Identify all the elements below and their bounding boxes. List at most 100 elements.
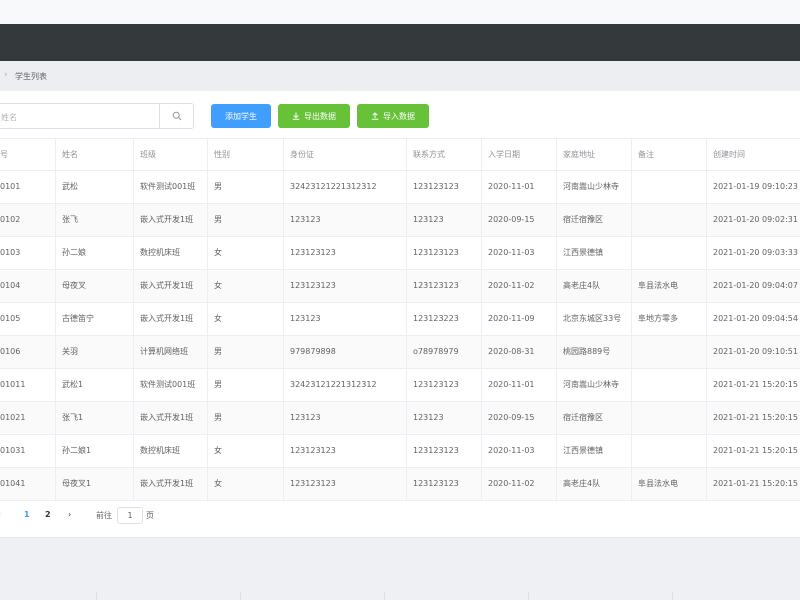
add-student-button[interactable]: 添加学生 (211, 104, 271, 128)
cell-name: 孙二娘 (56, 237, 134, 270)
download-icon (292, 112, 300, 120)
cell-created-at: 2021-01-20 09:04:07 (707, 270, 800, 303)
cell-class: 嵌入式开发1班 (134, 270, 208, 303)
cell-created-at: 2021-01-19 09:10:23 (707, 171, 800, 204)
cell-enroll-date: 2020-08-31 (482, 336, 557, 369)
cell-enroll-date: 2020-11-01 (482, 171, 557, 204)
cell-id-card: 123123 (284, 303, 407, 336)
goto-page-input[interactable]: 1 (117, 507, 143, 524)
search-box[interactable]: 姓名 (0, 103, 194, 129)
cell-address: 北京东城区33号 (557, 303, 632, 336)
table-row[interactable]: 0105 古德笛宁 嵌入式开发1班女 123123 123123223 2020-11-0… (0, 303, 800, 336)
cell-address: 宿迁宿豫区 (557, 402, 632, 435)
column-header-id-card: 身份证 (284, 139, 407, 172)
cell-address: 高老庄4队 (557, 270, 632, 303)
cell-id: 0104 (0, 270, 56, 303)
breadcrumb (0, 61, 800, 91)
cell-id-card: 123123123 (284, 270, 407, 303)
cell-contact: o78978979 (407, 336, 482, 369)
cell-address: 桃园路889号 (557, 336, 632, 369)
table-row[interactable]: 0104 母夜叉 嵌入式开发1班女 123123123 123123123 2020-11… (0, 270, 800, 303)
cell-id: 01021 (0, 402, 56, 435)
cell-enroll-date: 2020-09-15 (482, 402, 557, 435)
footer-divider (528, 592, 529, 600)
search-input[interactable]: 姓名 (1, 112, 17, 123)
cell-id: 0106 (0, 336, 56, 369)
cell-address: 高老庄4队 (557, 468, 632, 501)
table-row[interactable]: 01011 武松1 软件测试001班男 32423121221312312 123123… (0, 369, 800, 402)
cell-remark (632, 171, 707, 204)
page-1-button[interactable]: 1 (24, 510, 30, 519)
cell-class: 嵌入式开发1班 (134, 303, 208, 336)
cell-created-at: 2021-01-21 15:20:15 (707, 402, 800, 435)
cell-enroll-date: 2020-11-09 (482, 303, 557, 336)
cell-address: 宿迁宿豫区 (557, 204, 632, 237)
cell-name: 武松 (56, 171, 134, 204)
cell-created-at: 2021-01-21 15:20:15 (707, 468, 800, 501)
table-header-row: 号姓名 班级 性别 身份证 联系方式 入学日期 家庭地址 备注 创建时间 (0, 138, 800, 172)
table-row[interactable]: 01041 母夜叉1 嵌入式开发1班女 123123123 123123123 2020-… (0, 468, 800, 501)
next-page-button[interactable]: › (68, 510, 71, 519)
column-header-class: 班级 (134, 139, 208, 172)
cell-gender: 男 (208, 369, 284, 402)
cell-address: 江西景德镇 (557, 237, 632, 270)
cell-created-at: 2021-01-21 15:20:15 (707, 369, 800, 402)
cell-gender: 女 (208, 468, 284, 501)
cell-id: 0102 (0, 204, 56, 237)
table-row[interactable]: 0101 武松 软件测试001班男 32423121221312312 12312312… (0, 171, 800, 204)
cell-enroll-date: 2020-11-03 (482, 237, 557, 270)
goto-label: 前往 (96, 511, 112, 520)
cell-name: 母夜叉 (56, 270, 134, 303)
cell-remark: 阜地方零多 (632, 303, 707, 336)
table-row[interactable]: 01031 孙二娘1 数控机床班女 123123123 123123123 2020-11… (0, 435, 800, 468)
table-row[interactable]: 01021 张飞1 嵌入式开发1班男 123123 123123 2020-09-15 宿迁… (0, 402, 800, 435)
import-data-button[interactable]: 导入数据 (357, 104, 429, 128)
column-header-created-at: 创建时间 (707, 139, 800, 172)
column-header-contact: 联系方式 (407, 139, 482, 172)
cell-remark: 阜县法水电 (632, 468, 707, 501)
cell-gender: 男 (208, 171, 284, 204)
cell-contact: 123123123 (407, 435, 482, 468)
cell-enroll-date: 2020-11-03 (482, 435, 557, 468)
app-header (0, 24, 800, 61)
cell-contact: 123123123 (407, 369, 482, 402)
search-button[interactable] (159, 104, 193, 128)
table-row[interactable]: 0103 孙二娘 数控机床班女 123123123 123123123 2020-11-0… (0, 237, 800, 270)
cell-contact: 123123123 (407, 468, 482, 501)
window-top-strip (0, 0, 800, 24)
footer-divider (384, 592, 385, 600)
cell-id: 01031 (0, 435, 56, 468)
prev-page-button[interactable]: ‹ (0, 510, 1, 519)
cell-class: 数控机床班 (134, 237, 208, 270)
cell-class: 软件测试001班 (134, 369, 208, 402)
cell-id-card: 32423121221312312 (284, 171, 407, 204)
cell-id-card: 123123123 (284, 237, 407, 270)
export-data-button[interactable]: 导出数据 (278, 104, 350, 128)
cell-id: 0103 (0, 237, 56, 270)
cell-gender: 女 (208, 270, 284, 303)
footer-divider (96, 592, 97, 600)
cell-id: 0101 (0, 171, 56, 204)
table-row[interactable]: 0106 关羽 计算机网络班男 979879898 o78978979 2020-08-3… (0, 336, 800, 369)
footer-divider (240, 592, 241, 600)
cell-created-at: 2021-01-20 09:03:33 (707, 237, 800, 270)
cell-contact: 123123123 (407, 171, 482, 204)
import-data-label: 导入数据 (383, 111, 415, 121)
cell-enroll-date: 2020-09-15 (482, 204, 557, 237)
cell-gender: 女 (208, 237, 284, 270)
cell-contact: 123123123 (407, 237, 482, 270)
cell-contact: 123123 (407, 204, 482, 237)
cell-remark (632, 369, 707, 402)
cell-enroll-date: 2020-11-01 (482, 369, 557, 402)
table-row[interactable]: 0102 张飞 嵌入式开发1班男 123123 123123 2020-09-15 宿迁宿豫… (0, 204, 800, 237)
cell-gender: 男 (208, 402, 284, 435)
cell-id-card: 123123123 (284, 435, 407, 468)
cell-name: 张飞1 (56, 402, 134, 435)
cell-created-at: 2021-01-20 09:02:31 (707, 204, 800, 237)
breadcrumb-current: 学生列表 (15, 72, 47, 81)
cell-gender: 女 (208, 435, 284, 468)
goto-unit-label: 页 (146, 511, 154, 520)
cell-class: 嵌入式开发1班 (134, 402, 208, 435)
cell-class: 软件测试001班 (134, 171, 208, 204)
page-2-button[interactable]: 2 (45, 510, 51, 519)
